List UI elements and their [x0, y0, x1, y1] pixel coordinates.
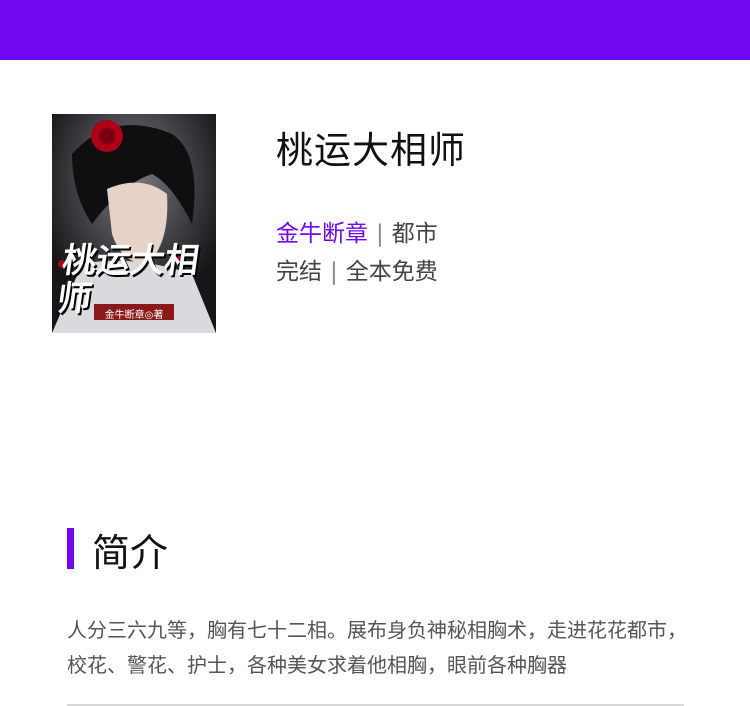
intro-text[interactable]: 人分三六九等，胸有七十二相。展布身负神秘相胸术，走进花花都市，校花、警花、护士，…	[67, 613, 687, 683]
book-title: 桃运大相师	[276, 129, 466, 172]
price-label: 全本免费	[345, 259, 438, 285]
book-meta-line-2: 完结 | 全本免费	[276, 252, 438, 286]
cover-author-badge: 金牛断章◎著	[104, 310, 164, 321]
author-link[interactable]: 金牛断章	[276, 221, 368, 247]
section-accent-bar	[67, 528, 74, 569]
book-meta-line-1: 金牛断章 | 都市	[276, 214, 438, 248]
top-bar	[0, 0, 750, 60]
status-label: 完结	[276, 259, 322, 285]
intro-heading: 简介	[92, 531, 169, 575]
meta-separator: |	[376, 221, 384, 247]
book-cover-image[interactable]: 桃运大相师 金牛断章◎著	[52, 114, 216, 333]
meta-separator: |	[330, 259, 338, 285]
category-label: 都市	[391, 221, 438, 247]
